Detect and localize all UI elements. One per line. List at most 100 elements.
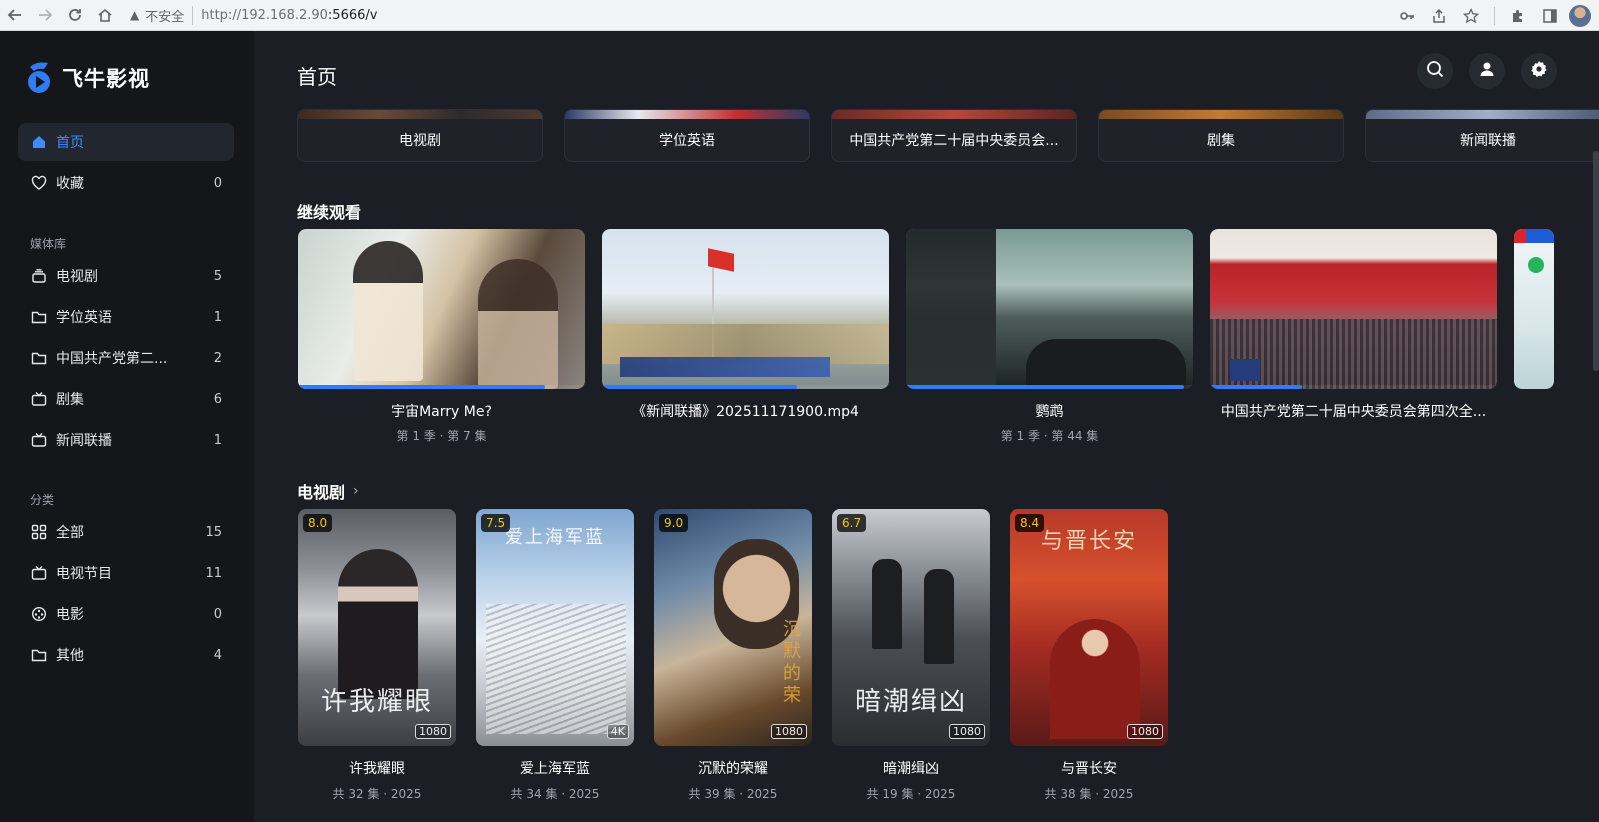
library-card[interactable]: 电视剧 xyxy=(297,109,543,162)
library-card[interactable]: 学位英语 xyxy=(564,109,810,162)
side-panel-icon[interactable] xyxy=(1537,3,1563,29)
app-logo-icon xyxy=(26,61,54,95)
poster-card[interactable]: 与晋长安 8.4 1080 与晋长安 共 38 集 · 2025 xyxy=(1010,509,1168,802)
tv-poster-row: 许我耀眼 8.0 1080 许我耀眼 共 32 集 · 2025 爱上海军蓝 7… xyxy=(298,509,1168,802)
tv-section-heading[interactable]: 电视剧 › xyxy=(297,479,359,503)
poster-title: 暗潮缉凶 xyxy=(883,761,939,777)
rating-badge: 6.7 xyxy=(837,514,867,532)
gear-icon xyxy=(1530,60,1548,82)
video-title: 中国共产党第二十届中央委员会第四次全... xyxy=(1220,404,1487,420)
sidebar-item-tv-drama[interactable]: 电视剧 5 xyxy=(18,257,234,295)
rating-badge: 8.0 xyxy=(303,514,333,532)
continue-watching-card[interactable]: 中国共产党第二十届中央委员会第四次全... xyxy=(1210,229,1497,444)
heart-icon xyxy=(30,174,48,192)
address-bar[interactable]: ▲ 不安全 http://192.168.2.90:5666/v xyxy=(130,2,377,28)
video-title: 鹦鹉 xyxy=(1035,404,1064,420)
user-button[interactable] xyxy=(1469,53,1505,89)
continue-watching-card[interactable]: 鹦鹉 第 1 季 · 第 44 集 xyxy=(906,229,1193,444)
category-heading: 分类 xyxy=(30,493,55,507)
continue-watching-card[interactable]: 宇宙Marry Me? 第 1 季 · 第 7 集 xyxy=(298,229,585,444)
page-title: 首页 xyxy=(297,65,337,89)
sidebar-item-tv-shows[interactable]: 电视节目 11 xyxy=(18,554,234,592)
poster-meta: 共 38 集 · 2025 xyxy=(1044,787,1134,801)
poster-image[interactable]: 暗潮缉凶 6.7 1080 xyxy=(832,509,990,746)
category-nav: 全部 15 电视节目 11 电影 0 其他 4 xyxy=(18,513,234,677)
user-icon xyxy=(1478,60,1496,82)
sidebar-item-movies[interactable]: 电影 0 xyxy=(18,595,234,633)
sidebar-item-news[interactable]: 新闻联播 1 xyxy=(18,421,234,459)
video-title: 宇宙Marry Me? xyxy=(391,404,492,420)
video-thumbnail[interactable] xyxy=(906,229,1193,389)
sidebar-item-label: 首页 xyxy=(56,135,84,151)
poster-meta: 共 39 集 · 2025 xyxy=(688,787,778,801)
sidebar-item-home[interactable]: 首页 xyxy=(18,123,234,161)
video-title: 《新闻联播》202511171900.mp4 xyxy=(632,404,859,420)
profile-avatar[interactable] xyxy=(1569,5,1591,27)
video-thumbnail[interactable] xyxy=(602,229,889,389)
main-content: 首页 电视剧 学位英语 中国共产党第二十届中央委员会... 剧集 新闻联播 继续… xyxy=(254,31,1599,822)
library-card[interactable]: 剧集 xyxy=(1098,109,1344,162)
library-nav: 电视剧 5 学位英语 1 中国共产党第二... 2 剧集 6 新闻联播 1 xyxy=(18,257,234,462)
home-browser-icon[interactable] xyxy=(90,2,120,28)
poster-card[interactable]: 许我耀眼 8.0 1080 许我耀眼 共 32 集 · 2025 xyxy=(298,509,456,802)
share-icon[interactable] xyxy=(1426,3,1452,29)
extensions-icon[interactable] xyxy=(1505,3,1531,29)
settings-button[interactable] xyxy=(1521,53,1557,89)
poster-meta: 共 32 集 · 2025 xyxy=(332,787,422,801)
sidebar-item-degree-english[interactable]: 学位英语 1 xyxy=(18,298,234,336)
sidebar-item-cpc-congress[interactable]: 中国共产党第二... 2 xyxy=(18,339,234,377)
sidebar-item-all[interactable]: 全部 15 xyxy=(18,513,234,551)
poster-image[interactable]: 爱上海军蓝 7.5 4K xyxy=(476,509,634,746)
key-icon[interactable] xyxy=(1394,3,1420,29)
rating-badge: 7.5 xyxy=(481,514,511,532)
search-icon xyxy=(1426,60,1444,82)
poster-meta: 共 19 集 · 2025 xyxy=(866,787,956,801)
poster-title: 爱上海军蓝 xyxy=(520,761,590,777)
chevron-right-icon: › xyxy=(353,483,359,499)
sidebar-item-series[interactable]: 剧集 6 xyxy=(18,380,234,418)
poster-image[interactable]: 许我耀眼 8.0 1080 xyxy=(298,509,456,746)
sidebar-item-favorites[interactable]: 收藏 0 xyxy=(18,164,234,202)
scrollbar[interactable] xyxy=(1593,151,1599,371)
poster-card[interactable]: 暗潮缉凶 6.7 1080 暗潮缉凶 共 19 集 · 2025 xyxy=(832,509,990,802)
home-icon xyxy=(30,133,48,151)
library-strip: 电视剧 学位英语 中国共产党第二十届中央委员会... 剧集 新闻联播 xyxy=(297,109,1599,162)
search-button[interactable] xyxy=(1417,53,1453,89)
watch-progress-bar xyxy=(298,385,585,389)
rating-badge: 9.0 xyxy=(659,514,689,532)
episode-info: 第 1 季 · 第 44 集 xyxy=(1000,429,1099,443)
quality-badge: 1080 xyxy=(415,724,451,739)
poster-image[interactable]: 沉默的荣 9.0 1080 xyxy=(654,509,812,746)
continue-watching-card[interactable]: 《新闻联播》202511171900.mp4 xyxy=(602,229,889,444)
sidebar: 飞牛影视 首页 收藏 0 媒体库 电视剧 5 学位英语 1 中国共产党第二...… xyxy=(0,31,254,822)
library-card[interactable]: 中国共产党第二十届中央委员会... xyxy=(831,109,1077,162)
folder-icon xyxy=(30,308,48,326)
insecure-label: 不安全 xyxy=(145,5,194,25)
reload-icon[interactable] xyxy=(60,2,90,28)
tv-stack-icon xyxy=(30,267,48,285)
poster-title: 许我耀眼 xyxy=(349,761,405,777)
sidebar-item-other[interactable]: 其他 4 xyxy=(18,636,234,674)
watch-progress-bar xyxy=(1210,385,1497,389)
brand[interactable]: 飞牛影视 xyxy=(26,61,150,95)
watch-progress-bar xyxy=(602,385,889,389)
poster-card[interactable]: 沉默的荣 9.0 1080 沉默的荣耀 共 39 集 · 2025 xyxy=(654,509,812,802)
quality-badge: 1080 xyxy=(1127,724,1163,739)
video-thumbnail[interactable] xyxy=(1210,229,1497,389)
quality-badge: 1080 xyxy=(949,724,985,739)
poster-title: 与晋长安 xyxy=(1061,761,1117,777)
back-icon[interactable] xyxy=(0,2,30,28)
poster-card[interactable]: 爱上海军蓝 7.5 4K 爱上海军蓝 共 34 集 · 2025 xyxy=(476,509,634,802)
rating-badge: 8.4 xyxy=(1015,514,1045,532)
video-thumbnail[interactable] xyxy=(298,229,585,389)
star-icon[interactable] xyxy=(1458,3,1484,29)
poster-image[interactable]: 与晋长安 8.4 1080 xyxy=(1010,509,1168,746)
sidebar-main-nav: 首页 收藏 0 xyxy=(18,123,234,205)
continue-watching-row: 宇宙Marry Me? 第 1 季 · 第 7 集 《新闻联播》20251117… xyxy=(298,229,1554,444)
warning-icon: ▲ xyxy=(130,8,140,22)
browser-toolbar: ▲ 不安全 http://192.168.2.90:5666/v xyxy=(0,0,1599,31)
library-card[interactable]: 新闻联播 xyxy=(1365,109,1599,162)
tv-icon xyxy=(30,431,48,449)
forward-icon[interactable] xyxy=(30,2,60,28)
continue-watching-card-partial[interactable] xyxy=(1514,229,1554,389)
